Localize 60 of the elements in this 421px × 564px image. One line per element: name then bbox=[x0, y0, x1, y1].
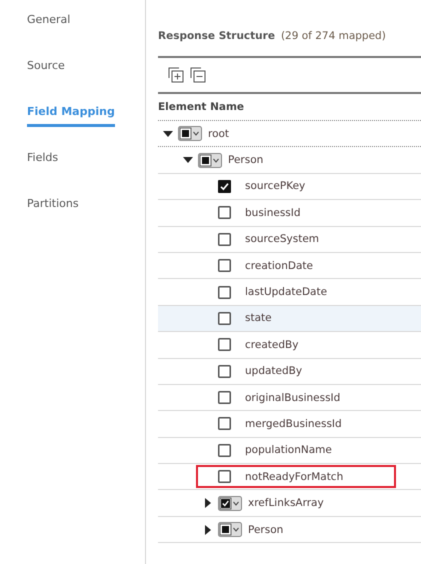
select-dropdown[interactable] bbox=[198, 152, 222, 168]
element-name: businessId bbox=[245, 206, 301, 219]
tree-row[interactable]: createdBy bbox=[158, 332, 421, 359]
checkbox[interactable] bbox=[218, 391, 231, 404]
tree-row[interactable]: originalBusinessId bbox=[158, 384, 421, 412]
sidebar-tab[interactable]: Fields bbox=[27, 146, 58, 173]
checkbox[interactable] bbox=[218, 180, 231, 193]
collapsed-arrow-icon[interactable] bbox=[205, 498, 211, 508]
tree-row[interactable]: creationDate bbox=[158, 252, 421, 280]
sidebar-tab[interactable]: General bbox=[27, 8, 70, 35]
checkbox[interactable] bbox=[218, 364, 231, 378]
expanded-arrow-icon[interactable] bbox=[183, 157, 193, 164]
element-name: populationName bbox=[245, 444, 332, 456]
checkbox[interactable] bbox=[218, 312, 231, 325]
tree-row[interactable]: mergedBusinessId bbox=[158, 411, 421, 438]
tree-row[interactable]: state bbox=[158, 306, 421, 332]
checkbox[interactable] bbox=[218, 470, 231, 484]
element-name: updatedBy bbox=[245, 365, 302, 378]
checkbox[interactable] bbox=[218, 286, 231, 299]
element-name: originalBusinessId bbox=[245, 392, 340, 404]
select-dropdown[interactable] bbox=[178, 126, 202, 142]
sidebar-tab[interactable]: Source bbox=[27, 54, 65, 81]
checkbox[interactable] bbox=[218, 232, 231, 246]
mapped-count: (29 of 274 mapped) bbox=[280, 30, 386, 42]
tree-row[interactable]: sourceSystem bbox=[158, 226, 421, 253]
checkbox[interactable] bbox=[218, 417, 231, 430]
element-name: notReadyForMatch bbox=[245, 470, 344, 483]
sidebar-tab[interactable]: Partitions bbox=[27, 192, 79, 219]
checkbox[interactable] bbox=[218, 338, 231, 352]
element-name: Person bbox=[228, 154, 264, 166]
tree-row[interactable]: xrefLinksArray bbox=[158, 490, 421, 517]
element-name: Person bbox=[248, 524, 284, 536]
element-name: state bbox=[245, 312, 272, 324]
tree-row[interactable]: Person bbox=[158, 516, 421, 544]
element-name: sourcePKey bbox=[245, 180, 306, 192]
collapsed-arrow-icon[interactable] bbox=[205, 524, 211, 535]
tree-row[interactable]: updatedBy bbox=[158, 358, 421, 385]
checkbox[interactable] bbox=[218, 259, 231, 272]
select-dropdown[interactable] bbox=[218, 496, 242, 511]
expanded-arrow-icon[interactable] bbox=[163, 130, 173, 137]
checkbox[interactable] bbox=[218, 444, 231, 457]
tree-row[interactable]: sourcePKey bbox=[158, 174, 421, 200]
element-name: createdBy bbox=[245, 338, 298, 351]
expand-all-icon[interactable] bbox=[168, 67, 184, 83]
checkbox[interactable] bbox=[218, 206, 231, 220]
tree-row[interactable]: Person bbox=[158, 147, 421, 174]
element-name: sourceSystem bbox=[245, 233, 320, 246]
element-name: lastUpdateDate bbox=[245, 286, 328, 298]
tree-row[interactable]: populationName bbox=[158, 438, 421, 464]
element-name: creationDate bbox=[245, 260, 313, 272]
element-name: xrefLinksArray bbox=[248, 497, 324, 510]
tree-row[interactable]: root bbox=[158, 121, 421, 148]
element-name: mergedBusinessId bbox=[245, 418, 342, 430]
collapse-all-icon[interactable] bbox=[190, 67, 206, 83]
tree-row[interactable]: notReadyForMatch bbox=[158, 464, 421, 490]
tree-row[interactable]: businessId bbox=[158, 200, 421, 227]
select-dropdown[interactable] bbox=[218, 522, 242, 538]
element-name: root bbox=[208, 128, 230, 140]
column-header: Element Name bbox=[158, 101, 244, 113]
section-title: Response Structure bbox=[158, 30, 275, 42]
